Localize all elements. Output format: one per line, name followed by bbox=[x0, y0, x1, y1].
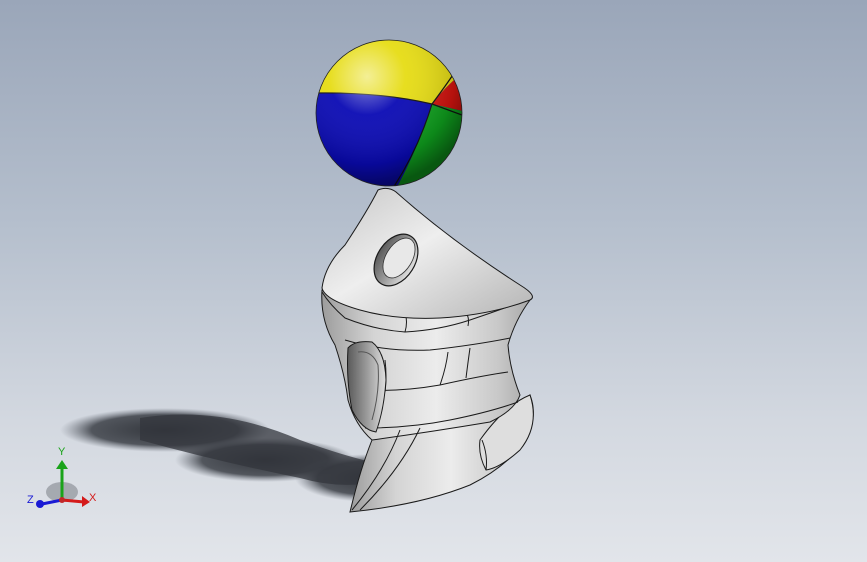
x-axis-label: X bbox=[89, 492, 97, 504]
triad-origin bbox=[59, 497, 65, 503]
graphics-viewport[interactable]: Y X Z bbox=[0, 0, 867, 562]
x-axis-line bbox=[61, 498, 85, 504]
z-axis-end-icon bbox=[36, 500, 44, 508]
z-axis-label: Z bbox=[27, 494, 34, 506]
model-scene[interactable]: Y X Z bbox=[0, 0, 867, 562]
y-axis-arrow-icon bbox=[56, 460, 68, 469]
axis-triad[interactable]: Y X Z bbox=[27, 446, 97, 508]
y-axis-label: Y bbox=[58, 446, 66, 458]
beach-ball[interactable] bbox=[300, 30, 480, 200]
z-axis-line bbox=[41, 498, 63, 506]
